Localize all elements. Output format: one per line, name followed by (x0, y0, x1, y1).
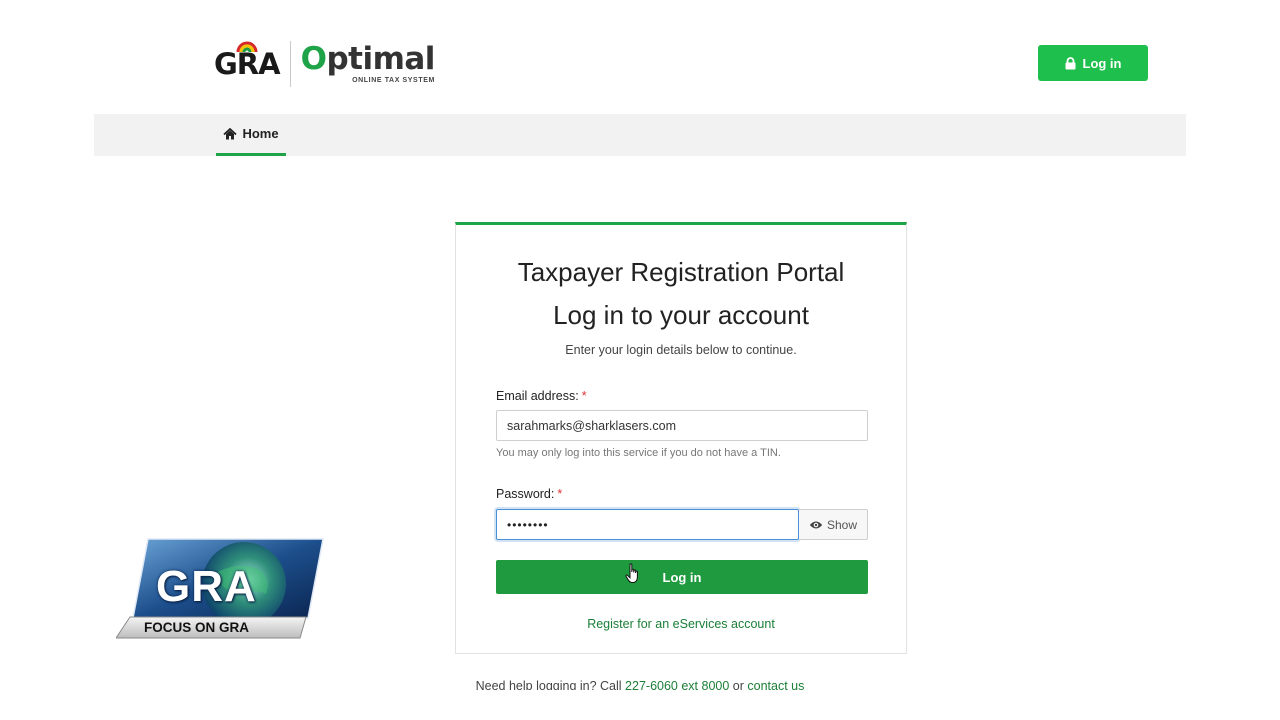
help-prefix: Need help logging in? Call (475, 679, 626, 690)
navbar: Home (94, 114, 1186, 156)
register-link[interactable]: Register for an eServices account (456, 617, 906, 631)
contact-us-link[interactable]: contact us (747, 679, 804, 690)
gra-logo: GRA (214, 41, 281, 81)
optimal-logo-subtitle: ONLINE TAX SYSTEM (352, 77, 435, 84)
overlay-gra-text: GRA (156, 562, 257, 611)
nav-home-tab[interactable]: Home (216, 114, 286, 156)
email-required-mark: * (581, 389, 587, 403)
login-card: Taxpayer Registration Portal Log in to y… (455, 222, 907, 654)
overlay-caption: FOCUS ON GRA (144, 620, 250, 635)
optimal-logo: Optimal ONLINE TAX SYSTEM (300, 41, 436, 85)
login-submit-label: Log in (662, 569, 702, 585)
header-login-button[interactable]: Log in (1038, 45, 1148, 81)
home-icon (223, 127, 238, 140)
help-or: or (729, 679, 748, 690)
optimal-logo-text: Optimal (300, 41, 436, 77)
brand-logos[interactable]: GRA Optimal ONLINE TAX SYSTEM (214, 40, 435, 88)
lock-icon (1065, 56, 1076, 70)
email-label: Email address: * (496, 389, 587, 403)
brand-divider (289, 41, 291, 87)
help-text: Need help logging in? Call 227-6060 ext … (0, 678, 1280, 690)
header-login-label: Log in (1082, 55, 1122, 71)
password-input[interactable] (496, 509, 799, 540)
login-page: GRA Optimal ONLINE TAX SYSTEM Log in Hom… (0, 0, 1280, 720)
show-password-label: Show (826, 517, 858, 532)
eye-icon (809, 520, 823, 530)
login-heading: Log in to your account (553, 300, 809, 330)
show-password-button[interactable]: Show (799, 509, 868, 540)
help-phone-link[interactable]: 227-6060 ext 8000 (625, 679, 729, 690)
portal-title: Taxpayer Registration Portal (517, 257, 845, 287)
email-help-text: You may only log into this service if yo… (496, 447, 781, 459)
email-label-text: Email address: (496, 389, 579, 403)
email-input[interactable] (496, 410, 868, 441)
hand-cursor-icon (625, 563, 638, 583)
login-subtitle: Enter your login details below to contin… (565, 343, 797, 357)
password-label-text: Password: (496, 487, 555, 501)
password-required-mark: * (557, 487, 563, 501)
nav-home-label: Home (242, 126, 279, 141)
login-submit-button[interactable]: Log in (496, 560, 868, 594)
password-label: Password: * (496, 487, 562, 501)
gra-emblem-icon (236, 41, 258, 53)
